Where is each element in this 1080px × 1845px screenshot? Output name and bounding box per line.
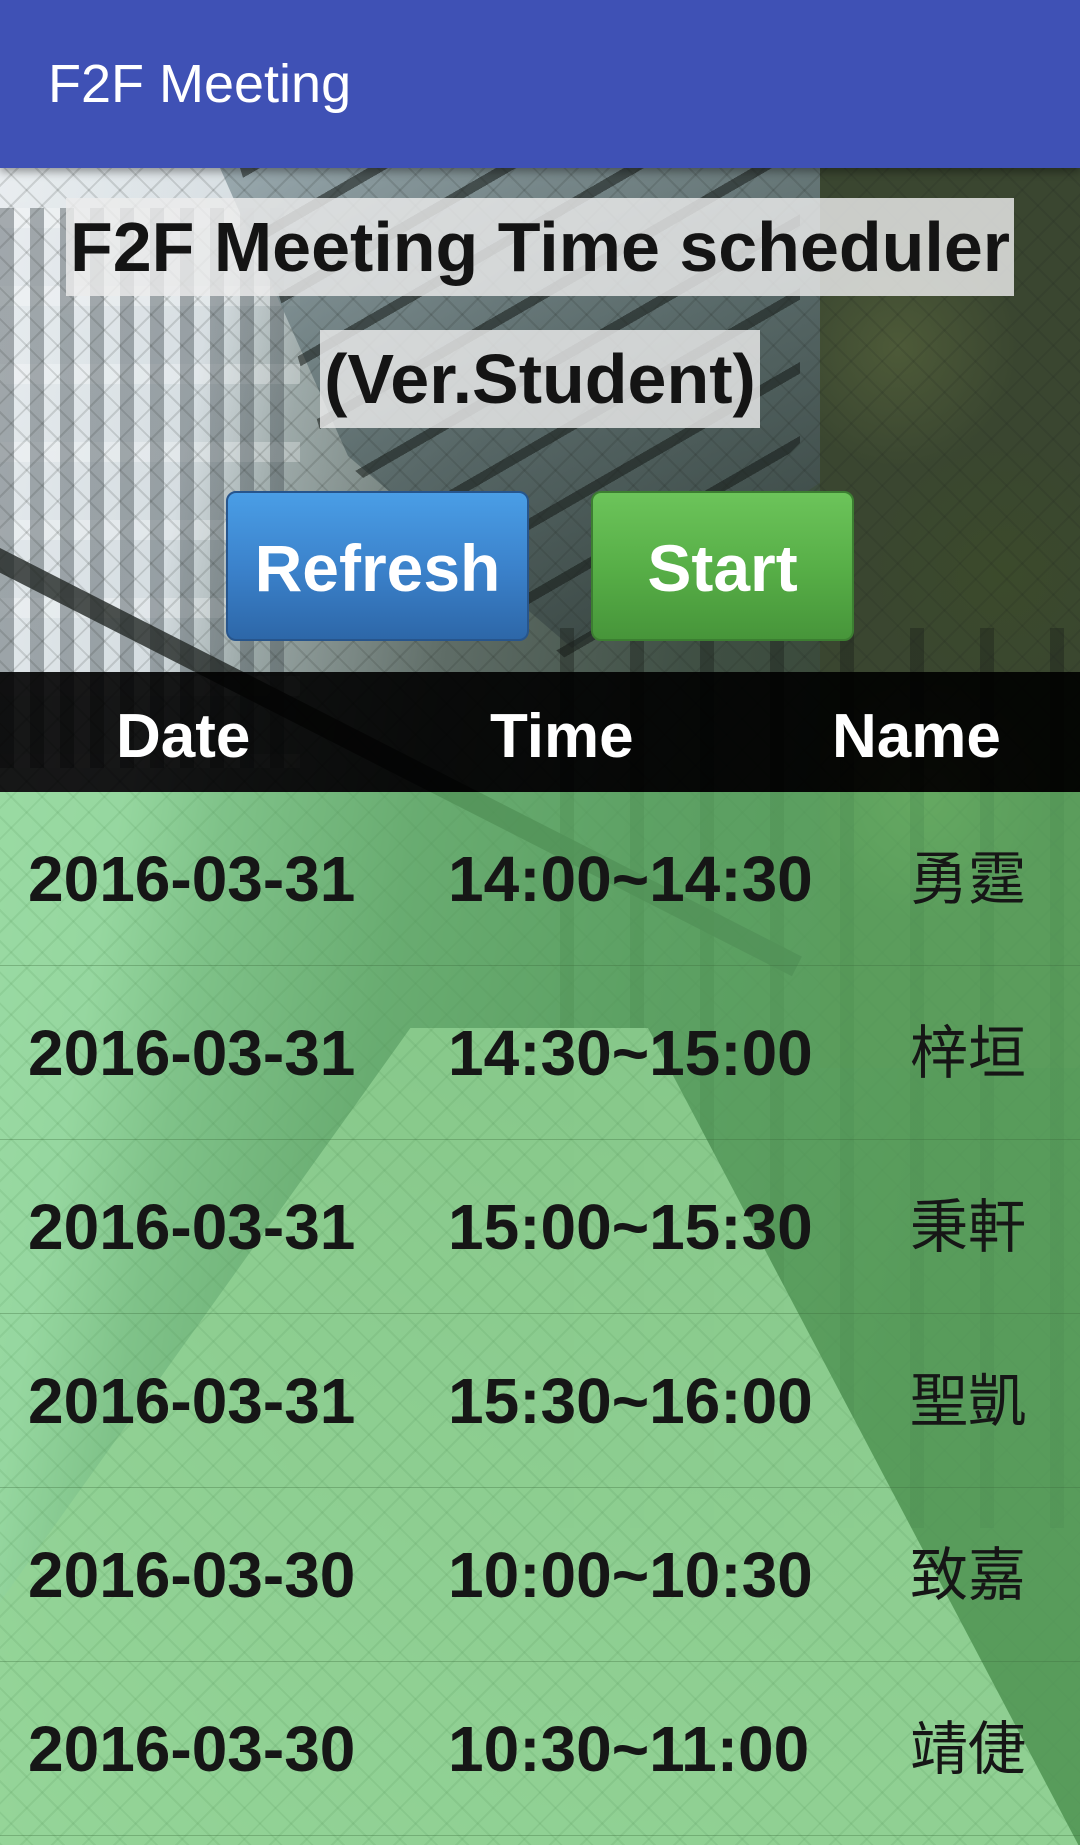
cell-date: 2016-03-31 (28, 1365, 356, 1437)
cell-name: 聖凱 (910, 1367, 1027, 1435)
table-row[interactable]: 2016-03-30 10:00~10:30 致嘉 (0, 1488, 1080, 1662)
cell-date: 2016-03-31 (28, 1191, 356, 1263)
cell-name: 秉軒 (910, 1193, 1027, 1261)
page-title: F2F Meeting Time scheduler (0, 198, 1080, 296)
cell-name: 勇霆 (910, 845, 1027, 913)
cell-name: 靖倢 (910, 1715, 1027, 1783)
cell-name: 梓垣 (910, 1019, 1027, 1087)
app-bar: F2F Meeting (0, 0, 1080, 168)
table-row[interactable]: 2016-03-31 15:00~15:30 秉軒 (0, 1140, 1080, 1314)
page-subtitle: (Ver.Student) (0, 330, 1080, 428)
table-row[interactable]: 2016-03-31 15:30~16:00 聖凱 (0, 1314, 1080, 1488)
refresh-button[interactable]: Refresh (226, 491, 529, 641)
table-row[interactable]: 2016-03-31 14:00~14:30 勇霆 (0, 792, 1080, 966)
cell-time: 15:30~16:00 (448, 1365, 813, 1437)
cell-date: 2016-03-31 (28, 843, 356, 915)
cell-time: 10:30~11:00 (448, 1713, 810, 1785)
cell-date: 2016-03-30 (28, 1713, 356, 1785)
cell-date: 2016-03-31 (28, 1017, 356, 1089)
cell-time: 14:30~15:00 (448, 1017, 813, 1089)
page-title-text: F2F Meeting Time scheduler (65, 198, 1015, 296)
app-title: F2F Meeting (48, 54, 352, 114)
cell-time: 10:00~10:30 (448, 1539, 813, 1611)
cell-date: 2016-03-30 (28, 1539, 356, 1611)
cell-time: 15:00~15:30 (448, 1191, 813, 1263)
main-content: F2F Meeting Time scheduler (Ver.Student)… (0, 168, 1080, 1845)
cell-name: 致嘉 (910, 1541, 1027, 1609)
schedule-table: 2016-03-31 14:00~14:30 勇霆 2016-03-31 14:… (0, 792, 1080, 1845)
column-header-name: Name (832, 702, 1001, 771)
table-header: Date Time Name (0, 672, 1080, 792)
cell-time: 14:00~14:30 (448, 843, 813, 915)
table-row[interactable]: 2016-03-31 14:30~15:00 梓垣 (0, 966, 1080, 1140)
column-header-time: Time (490, 702, 634, 771)
table-row[interactable]: 2016-03-30 10:30~11:00 靖倢 (0, 1662, 1080, 1836)
column-header-date: Date (116, 702, 251, 771)
page-subtitle-text: (Ver.Student) (320, 330, 760, 428)
start-button[interactable]: Start (591, 491, 854, 641)
